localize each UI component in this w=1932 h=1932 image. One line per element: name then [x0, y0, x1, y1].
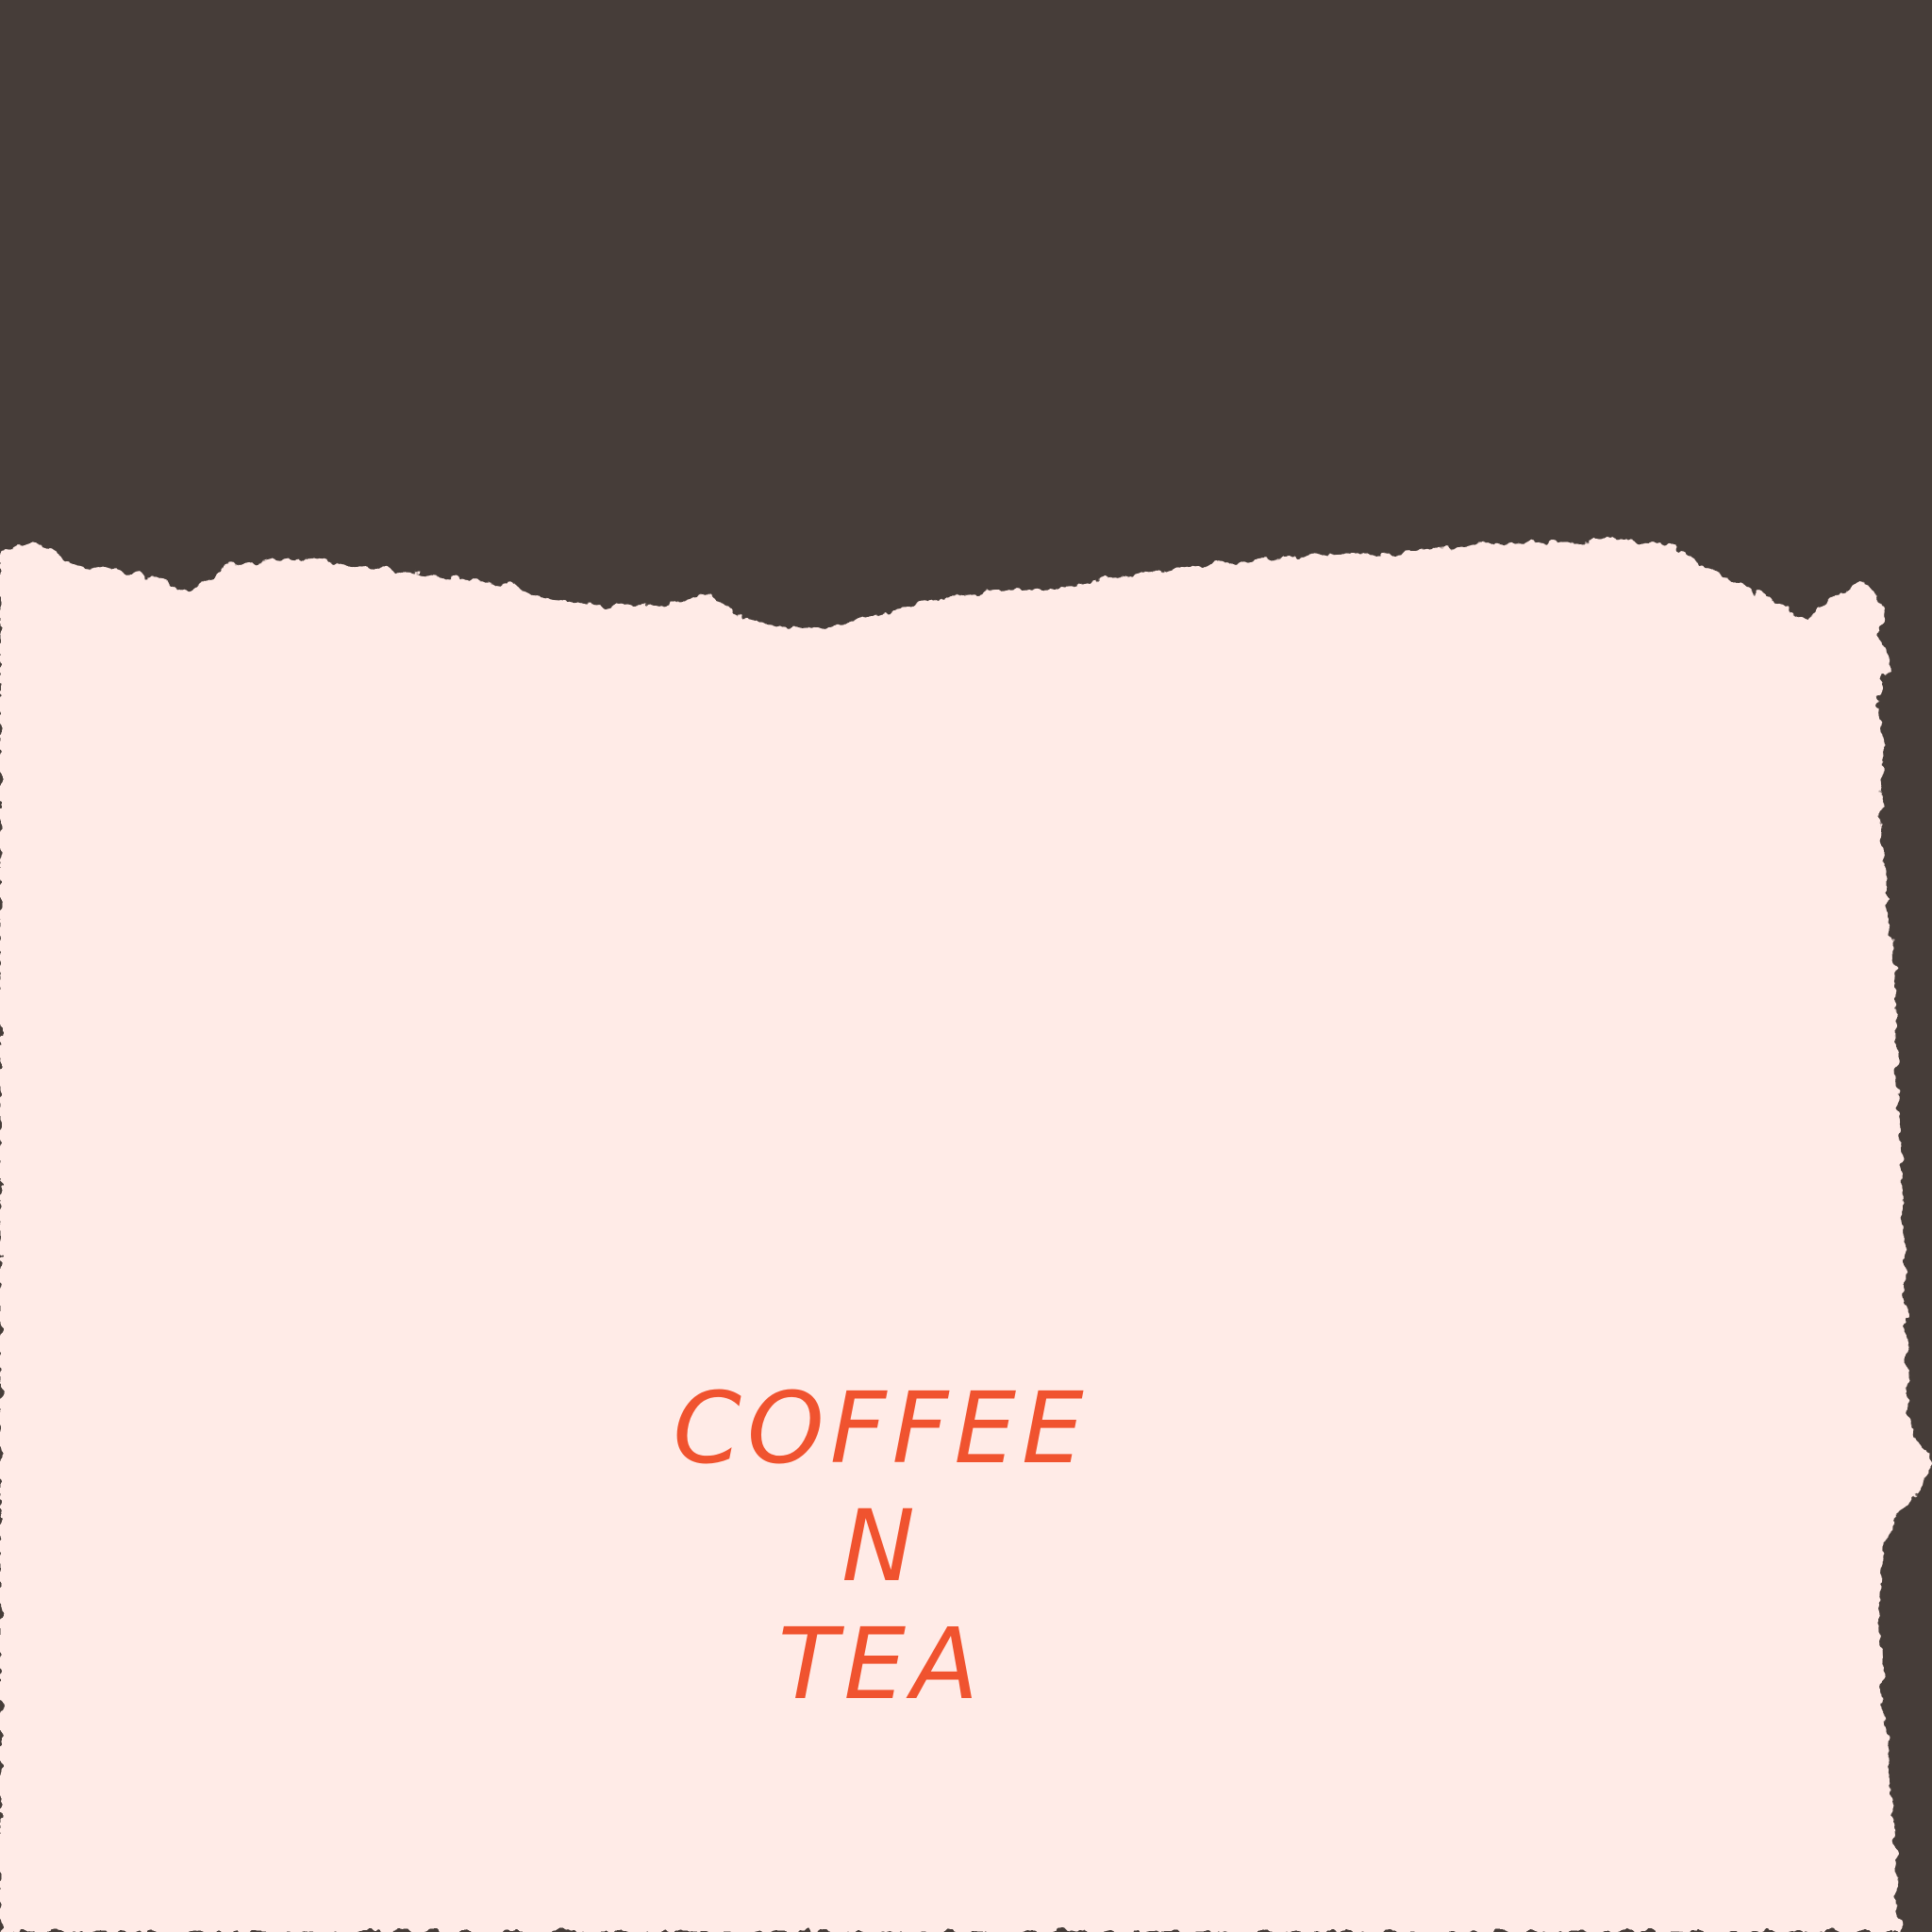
poster-canvas: COFFEE N TEA [0, 0, 1932, 1932]
title-line-tea: TEA [777, 1607, 985, 1722]
title-line-coffee: COFFEE [673, 1371, 1090, 1486]
title-line-n: N [841, 1489, 921, 1604]
brand-title: COFFEE N TEA [598, 1370, 1164, 1724]
